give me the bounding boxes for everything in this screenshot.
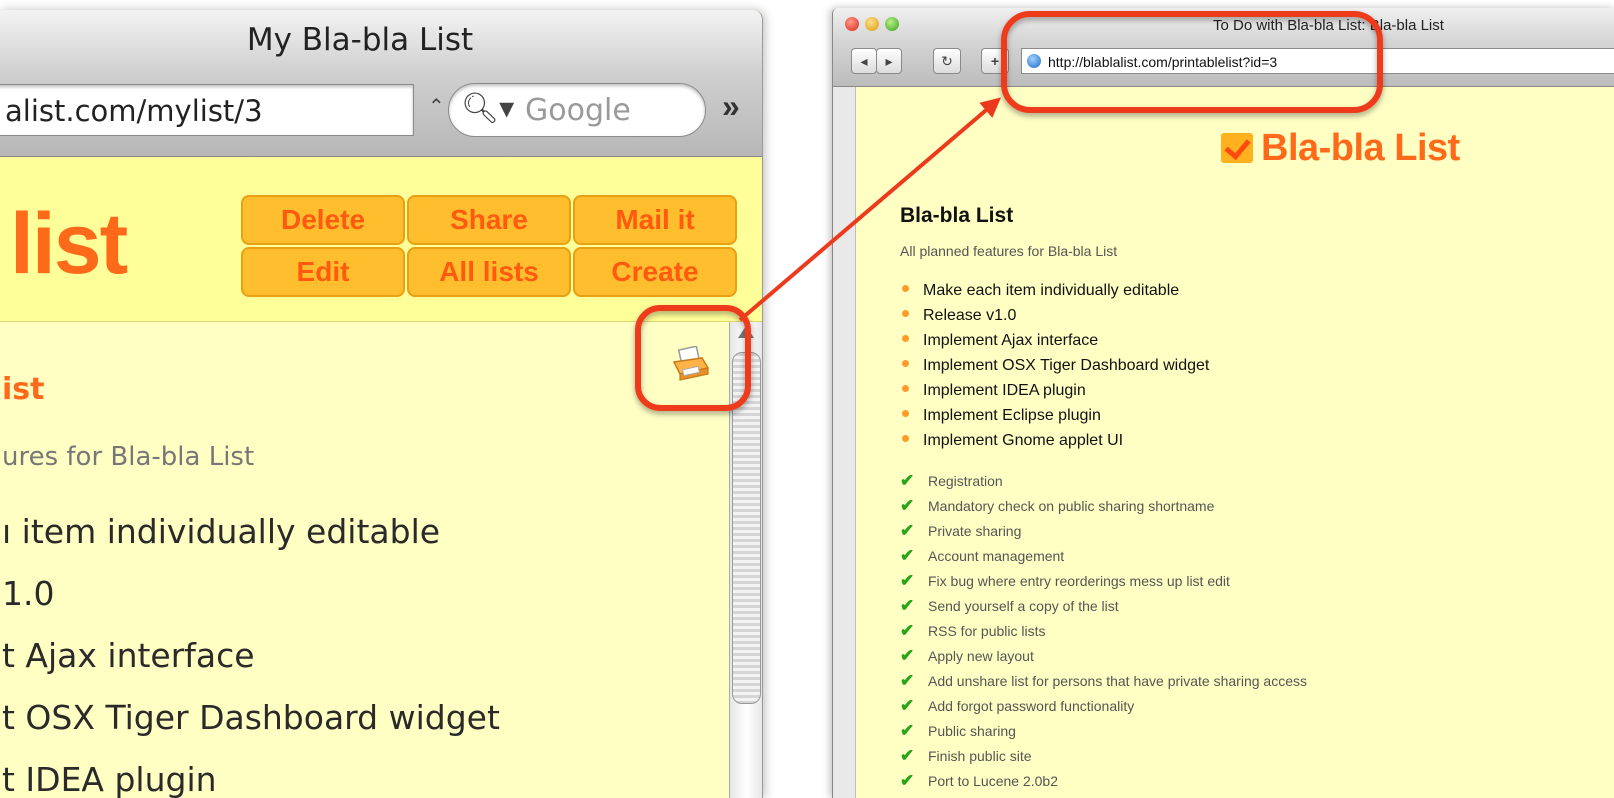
left-window-title: My Bla-bla List <box>246 22 474 58</box>
bullet-icon <box>902 335 909 342</box>
printer-icon[interactable] <box>670 346 710 382</box>
open-item: Implement Ajax interface <box>902 332 1098 350</box>
address-dropdown-icon[interactable]: ⌃ <box>428 94 445 119</box>
page-left-margin <box>833 87 856 798</box>
done-item: ✔ Finish public site <box>900 746 1032 765</box>
check-icon: ✔ <box>900 596 915 615</box>
zoomed-browser-window: My Bla-bla List alist.com/mylist/3 ⌃ 🔍︎▾… <box>0 10 763 798</box>
open-item: Implement IDEA plugin <box>902 382 1086 400</box>
right-list-description: All planned features for Bla-bla List <box>900 243 1118 259</box>
check-icon: ✔ <box>900 721 915 740</box>
check-icon: ✔ <box>900 546 915 565</box>
done-item: ✔ Fix bug where entry reorderings mess up… <box>900 571 1230 590</box>
scrollbar-thumb[interactable] <box>732 352 761 704</box>
check-icon: ✔ <box>900 471 915 490</box>
open-item: Make each item individually editable <box>902 282 1179 300</box>
checkbox-logo-icon <box>1221 133 1253 163</box>
done-item: ✔ Add unshare list for persons that have … <box>900 671 1307 690</box>
done-item: ✔ Mandatory check on public sharing short… <box>900 496 1215 515</box>
share-button[interactable]: Share <box>407 195 571 245</box>
open-item: Implement Eclipse plugin <box>902 407 1101 425</box>
list-item: 1.0 <box>2 574 55 613</box>
scroll-up-arrow-icon[interactable] <box>738 326 754 338</box>
done-item: ✔ Private sharing <box>900 521 1022 540</box>
address-text: http://blablalist.com/printablelist?id=3 <box>1048 54 1278 70</box>
right-window-title: To Do with Bla-bla List: Bla-bla List <box>1213 17 1444 34</box>
check-icon: ✔ <box>900 771 915 790</box>
toolbar-overflow-chevron-icon[interactable]: » <box>722 88 740 125</box>
search-icon: 🔍︎▾ <box>461 91 515 126</box>
left-scrollbar[interactable] <box>729 322 762 798</box>
check-icon: ✔ <box>900 696 915 715</box>
list-item: ı item individually editable <box>2 512 441 551</box>
edit-button[interactable]: Edit <box>241 247 405 297</box>
print-browser-window: To Do with Bla-bla List: Bla-bla List ◂ … <box>832 8 1614 798</box>
right-toolbar: ◂ ▸ ↻ + http://blablalist.com/printablel… <box>833 42 1614 87</box>
done-item: ✔ Port to Lucene 2.0b2 <box>900 771 1058 790</box>
back-arrow-icon[interactable]: ◂ <box>851 48 877 74</box>
done-item: ✔ Registration <box>900 471 1003 490</box>
bullet-icon <box>902 285 909 292</box>
left-page-content: ist ures for Bla-bla List ı item individ… <box>0 322 728 798</box>
search-placeholder: Google <box>525 93 631 128</box>
open-item: Implement OSX Tiger Dashboard widget <box>902 357 1209 375</box>
bullet-icon <box>902 410 909 417</box>
right-logo: Bla-bla List <box>1221 127 1460 170</box>
check-icon: ✔ <box>900 521 915 540</box>
check-icon: ✔ <box>900 621 915 640</box>
check-icon: ✔ <box>900 671 915 690</box>
left-address-bar[interactable]: alist.com/mylist/3 <box>0 84 414 136</box>
bullet-icon <box>902 385 909 392</box>
left-page-header: list Delete Share Mail it Edit All lists… <box>0 157 762 322</box>
check-icon: ✔ <box>900 496 915 515</box>
create-button[interactable]: Create <box>573 247 737 297</box>
open-item: Implement Gnome applet UI <box>902 432 1123 450</box>
bullet-icon <box>902 310 909 317</box>
left-list-title: ist <box>2 372 45 407</box>
close-window-icon[interactable] <box>845 17 859 31</box>
check-icon: ✔ <box>900 746 915 765</box>
all-lists-button[interactable]: All lists <box>407 247 571 297</box>
add-bookmark-icon[interactable]: + <box>981 48 1009 74</box>
done-item: ✔ Add forgot password functionality <box>900 696 1135 715</box>
done-item: ✔ Apply new layout <box>900 646 1034 665</box>
open-item: Release v1.0 <box>902 307 1016 325</box>
done-item: ✔ Send yourself a copy of the list <box>900 596 1119 615</box>
right-address-bar[interactable]: http://blablalist.com/printablelist?id=3 <box>1021 48 1614 74</box>
site-globe-icon <box>1027 54 1041 68</box>
check-icon: ✔ <box>900 646 915 665</box>
check-icon: ✔ <box>900 571 915 590</box>
list-item: t OSX Tiger Dashboard widget <box>2 698 500 737</box>
zoom-window-icon[interactable] <box>885 17 899 31</box>
left-search-field[interactable]: 🔍︎▾ Google <box>448 83 706 137</box>
reload-icon[interactable]: ↻ <box>933 48 961 74</box>
right-list-title: Bla-bla List <box>900 204 1014 227</box>
mail-it-button[interactable]: Mail it <box>573 195 737 245</box>
done-item: ✔ RSS for public lists <box>900 621 1046 640</box>
done-item: ✔ Account management <box>900 546 1065 565</box>
right-title-bar: To Do with Bla-bla List: Bla-bla List <box>833 8 1614 42</box>
minimize-window-icon[interactable] <box>865 17 879 31</box>
list-item: t IDEA plugin <box>2 760 217 798</box>
left-logo-text: list <box>10 196 128 292</box>
done-item: ✔ Public sharing <box>900 721 1016 740</box>
delete-button[interactable]: Delete <box>241 195 405 245</box>
bullet-icon <box>902 360 909 367</box>
left-list-description: ures for Bla-bla List <box>2 442 255 472</box>
left-toolbar: alist.com/mylist/3 ⌃ 🔍︎▾ Google » <box>0 74 762 157</box>
forward-arrow-icon[interactable]: ▸ <box>876 48 902 74</box>
right-logo-text: Bla-bla List <box>1261 127 1460 169</box>
left-title-bar: My Bla-bla List <box>0 10 762 74</box>
printable-page: Bla-bla List Bla-bla List All planned fe… <box>856 87 1614 798</box>
list-item: t Ajax interface <box>2 636 255 675</box>
bullet-icon <box>902 435 909 442</box>
